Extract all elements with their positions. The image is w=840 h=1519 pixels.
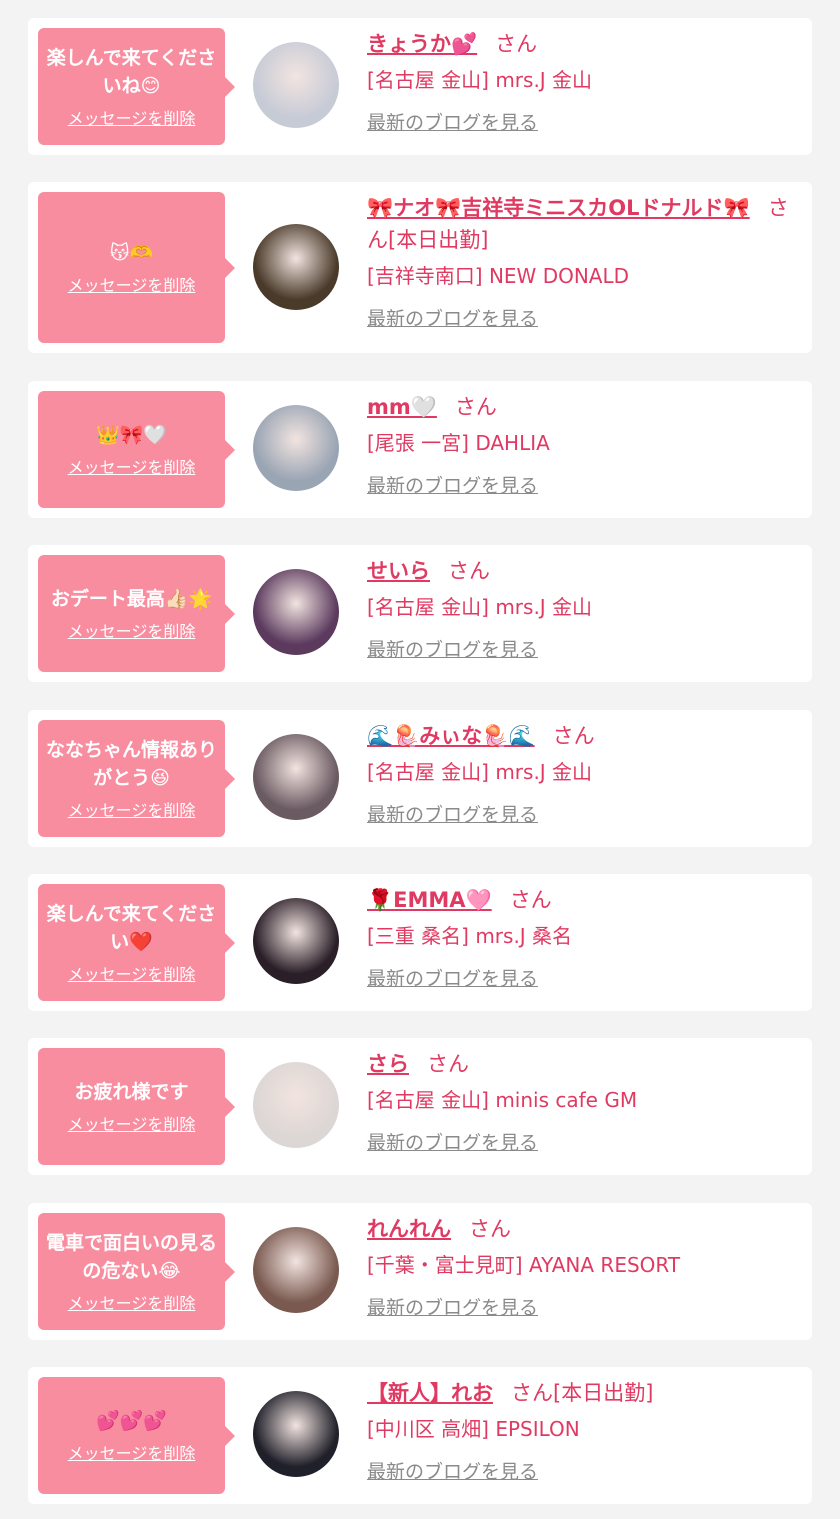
latest-blog-link[interactable]: 最新のブログを見る <box>367 1459 538 1485</box>
avatar[interactable] <box>253 405 339 491</box>
latest-blog-link[interactable]: 最新のブログを見る <box>367 1130 538 1156</box>
message-card: 電車で面白いの見るの危ない😂 メッセージを削除 れんれん さん [千葉・富士見町] AY… <box>28 1203 812 1340</box>
profile-name-link[interactable]: mm🤍 <box>367 395 437 419</box>
delete-message-link[interactable]: メッセージを削除 <box>68 621 196 643</box>
latest-blog-link[interactable]: 最新のブログを見る <box>367 802 538 828</box>
profile-info: mm🤍 さん [尾張 一宮] DAHLIA 最新のブログを見る <box>367 391 807 499</box>
profile-name-link[interactable]: さら <box>367 1052 409 1076</box>
message-list: 楽しんで来てくださいね😊 メッセージを削除 きょうか💕 さん [名古屋 金山] mrs.… <box>0 0 840 1519</box>
name-line: せいら さん <box>367 555 807 587</box>
message-bubble: 😽🫶 メッセージを削除 <box>38 192 235 343</box>
message-card: おデート最高👍🏻🌟 メッセージを削除 せいら さん [名古屋 金山] mrs.J 金山最… <box>28 545 812 682</box>
latest-blog-link[interactable]: 最新のブログを見る <box>367 966 538 992</box>
name-line: mm🤍 さん <box>367 391 807 423</box>
latest-blog-link[interactable]: 最新のブログを見る <box>367 473 538 499</box>
shop-label: [名古屋 金山] mrs.J 金山 <box>367 760 593 784</box>
profile-info: 【新人】れお さん[本日出勤] [中川区 高畑] EPSILON 最新のブログを見る <box>367 1377 807 1485</box>
message-text: おデート最高👍🏻🌟 <box>50 587 213 610</box>
avatar[interactable] <box>253 1227 339 1313</box>
delete-message-link[interactable]: メッセージを削除 <box>68 1293 196 1315</box>
avatar[interactable] <box>253 569 339 655</box>
message-text: 電車で面白いの見るの危ない😂 <box>46 1231 218 1282</box>
message-bubble: ななちゃん情報ありがとう😆 メッセージを削除 <box>38 720 235 837</box>
shop-label: [吉祥寺南口] NEW DONALD <box>367 264 630 288</box>
message-bubble: 楽しんで来てくださいね😊 メッセージを削除 <box>38 28 235 145</box>
profile-name-link[interactable]: 🌊🪼みぃな🪼🌊 <box>367 724 535 748</box>
message-card: 💕💕💕 メッセージを削除 【新人】れお さん[本日出勤] [中川区 高畑] EPSILO… <box>28 1367 812 1504</box>
message-bubble: 楽しんで来てください❤️ メッセージを削除 <box>38 884 235 1001</box>
shop-label: [名古屋 金山] mrs.J 金山 <box>367 595 593 619</box>
shop-label: [名古屋 金山] mrs.J 金山 <box>367 68 593 92</box>
message-bubble: おデート最高👍🏻🌟 メッセージを削除 <box>38 555 235 672</box>
message-bubble: お疲れ様です メッセージを削除 <box>38 1048 235 1165</box>
honorific-suffix: さん <box>495 32 538 56</box>
profile-info: れんれん さん [千葉・富士見町] AYANA RESORT 最新のブログを見る <box>367 1213 807 1321</box>
latest-blog-link[interactable]: 最新のブログを見る <box>367 306 538 332</box>
name-line: きょうか💕 さん <box>367 28 807 60</box>
delete-message-link[interactable]: メッセージを削除 <box>68 108 196 130</box>
message-bubble: 電車で面白いの見るの危ない😂 メッセージを削除 <box>38 1213 235 1330</box>
message-card: 楽しんで来てください❤️ メッセージを削除 🌹EMMA🩷 さん [三重 桑名] mrs.… <box>28 874 812 1011</box>
message-bubble: 💕💕💕 メッセージを削除 <box>38 1377 235 1494</box>
profile-name-link[interactable]: 🌹EMMA🩷 <box>367 888 492 912</box>
avatar[interactable] <box>253 734 339 820</box>
name-line: 🌊🪼みぃな🪼🌊 さん <box>367 720 807 752</box>
honorific-suffix: さん <box>454 395 497 419</box>
delete-message-link[interactable]: メッセージを削除 <box>68 275 196 297</box>
name-line: れんれん さん <box>367 1213 807 1245</box>
honorific-suffix: さん <box>469 1217 511 1241</box>
latest-blog-link[interactable]: 最新のブログを見る <box>367 637 538 663</box>
name-line: 【新人】れお さん[本日出勤] <box>367 1377 807 1409</box>
profile-info: きょうか💕 さん [名古屋 金山] mrs.J 金山 最新のブログを見る <box>367 28 807 136</box>
profile-name-link[interactable]: 【新人】れお <box>367 1381 493 1405</box>
shop-label: [千葉・富士見町] AYANA RESORT <box>367 1253 681 1277</box>
delete-message-link[interactable]: メッセージを削除 <box>68 1443 196 1465</box>
honorific-suffix: さん <box>448 559 490 583</box>
latest-blog-link[interactable]: 最新のブログを見る <box>367 1295 538 1321</box>
message-text: 😽🫶 <box>109 241 154 264</box>
message-card: 楽しんで来てくださいね😊 メッセージを削除 きょうか💕 さん [名古屋 金山] mrs.… <box>28 18 812 155</box>
message-card: お疲れ様です メッセージを削除 さら さん [名古屋 金山] minis cafe GM… <box>28 1038 812 1175</box>
message-card: 👑🎀🤍 メッセージを削除 mm🤍 さん [尾張 一宮] DAHLIA 最新のブログを見る <box>28 381 812 518</box>
profile-name-link[interactable]: せいら <box>367 559 430 583</box>
avatar[interactable] <box>253 224 339 310</box>
honorific-suffix: さん <box>552 724 595 748</box>
message-text: 💕💕💕 <box>96 1409 167 1432</box>
name-line: 🌹EMMA🩷 さん <box>367 884 807 916</box>
message-text: お疲れ様です <box>74 1080 189 1103</box>
profile-name-link[interactable]: れんれん <box>367 1217 451 1241</box>
avatar[interactable] <box>253 1391 339 1477</box>
honorific-suffix: さん[本日出勤] <box>511 1381 654 1405</box>
latest-blog-link[interactable]: 最新のブログを見る <box>367 110 538 136</box>
message-text: 楽しんで来てください❤️ <box>46 902 217 953</box>
profile-info: 🎀ナオ🎀吉祥寺ミニスカOLドナルド🎀 さん[本日出勤] [吉祥寺南口] NEW DO… <box>367 192 807 332</box>
delete-message-link[interactable]: メッセージを削除 <box>68 964 196 986</box>
delete-message-link[interactable]: メッセージを削除 <box>68 457 196 479</box>
shop-label: [三重 桑名] mrs.J 桑名 <box>367 924 573 948</box>
delete-message-link[interactable]: メッセージを削除 <box>68 1114 196 1136</box>
shop-label: [名古屋 金山] minis cafe GM <box>367 1088 638 1112</box>
profile-info: 🌊🪼みぃな🪼🌊 さん [名古屋 金山] mrs.J 金山 最新のブログを見る <box>367 720 807 828</box>
message-text: ななちゃん情報ありがとう😆 <box>46 738 218 789</box>
honorific-suffix: さん <box>427 1052 469 1076</box>
profile-info: せいら さん [名古屋 金山] mrs.J 金山 最新のブログを見る <box>367 555 807 663</box>
honorific-suffix: さん <box>509 888 552 912</box>
avatar[interactable] <box>253 42 339 128</box>
name-line: 🎀ナオ🎀吉祥寺ミニスカOLドナルド🎀 さん[本日出勤] <box>367 192 807 256</box>
profile-info: 🌹EMMA🩷 さん [三重 桑名] mrs.J 桑名 最新のブログを見る <box>367 884 807 992</box>
profile-name-link[interactable]: きょうか💕 <box>367 32 477 56</box>
avatar[interactable] <box>253 898 339 984</box>
name-line: さら さん <box>367 1048 807 1080</box>
message-card: ななちゃん情報ありがとう😆 メッセージを削除 🌊🪼みぃな🪼🌊 さん [名古屋 金山] m… <box>28 710 812 847</box>
delete-message-link[interactable]: メッセージを削除 <box>68 800 196 822</box>
profile-name-link[interactable]: 🎀ナオ🎀吉祥寺ミニスカOLドナルド🎀 <box>367 196 750 220</box>
message-card: 😽🫶 メッセージを削除 🎀ナオ🎀吉祥寺ミニスカOLドナルド🎀 さん[本日出勤] [吉祥寺… <box>28 182 812 353</box>
message-text: 楽しんで来てくださいね😊 <box>46 46 217 97</box>
shop-label: [尾張 一宮] DAHLIA <box>367 431 550 455</box>
profile-info: さら さん [名古屋 金山] minis cafe GM 最新のブログを見る <box>367 1048 807 1156</box>
message-bubble: 👑🎀🤍 メッセージを削除 <box>38 391 235 508</box>
avatar[interactable] <box>253 1062 339 1148</box>
message-text: 👑🎀🤍 <box>96 423 167 446</box>
shop-label: [中川区 高畑] EPSILON <box>367 1417 580 1441</box>
